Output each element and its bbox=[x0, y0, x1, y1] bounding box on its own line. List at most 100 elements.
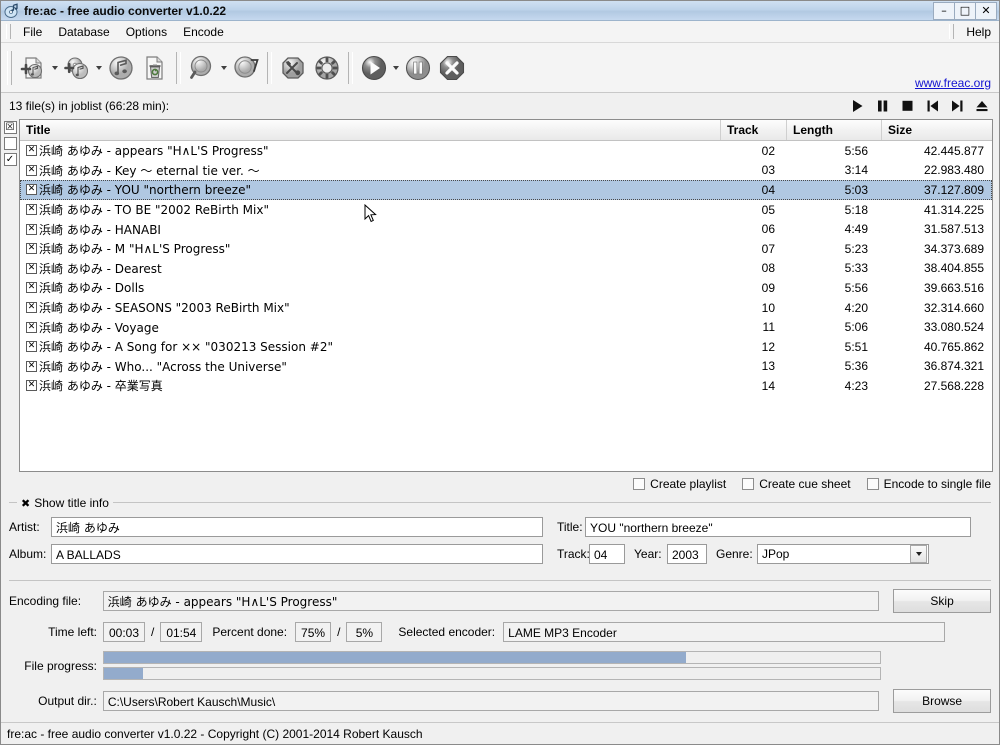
row-checkbox[interactable]: ✕ bbox=[26, 145, 37, 157]
add-audio-cd-dropdown[interactable] bbox=[94, 51, 104, 85]
playback-eject-button[interactable] bbox=[971, 96, 993, 116]
time-left-current: 00:03 bbox=[103, 622, 145, 642]
close-button[interactable]: ✕ bbox=[975, 1, 997, 20]
row-checkbox[interactable]: ✕ bbox=[26, 262, 37, 274]
menu-file[interactable]: File bbox=[15, 22, 50, 42]
general-settings-button[interactable] bbox=[276, 51, 310, 85]
column-header-title[interactable]: Title bbox=[20, 120, 721, 140]
playback-previous-button[interactable] bbox=[921, 96, 943, 116]
row-title-text: 浜崎 あゆみ - Key 〜 eternal tie ver. 〜 bbox=[39, 163, 260, 178]
column-header-track[interactable]: Track bbox=[721, 120, 787, 140]
table-row[interactable]: ✕ 浜崎 あゆみ - YOU "northern breeze" 04 5:03 37.… bbox=[20, 180, 992, 200]
playback-stop-button[interactable] bbox=[896, 96, 918, 116]
select-all-toggle[interactable]: ☒ bbox=[3, 121, 17, 134]
table-row[interactable]: ✕ 浜崎 あゆみ - 卒業写真 14 4:23 27.568.228 bbox=[20, 376, 992, 396]
query-cddb-dropdown[interactable] bbox=[219, 51, 229, 85]
artist-field[interactable]: 浜崎 あゆみ bbox=[51, 517, 543, 537]
table-row[interactable]: ✕ 浜崎 あゆみ - Voyage 11 5:06 33.080.524 bbox=[20, 317, 992, 337]
playback-next-button[interactable] bbox=[946, 96, 968, 116]
freac-website-link[interactable]: www.freac.org bbox=[915, 76, 991, 90]
minimize-button[interactable]: – bbox=[933, 1, 955, 20]
add-audio-cd-button[interactable] bbox=[60, 51, 94, 85]
create-playlist-checkbox[interactable]: Create playlist bbox=[633, 477, 726, 491]
toggle-selection-button[interactable]: ✓ bbox=[3, 153, 17, 166]
stop-encoding-button[interactable] bbox=[435, 51, 469, 85]
album-field[interactable]: A BALLADS bbox=[51, 544, 543, 564]
row-title-text: 浜崎 あゆみ - M "H∧L'S Progress" bbox=[39, 242, 231, 257]
row-checkbox[interactable]: ✕ bbox=[26, 380, 37, 392]
add-audio-file-button[interactable] bbox=[16, 51, 50, 85]
clear-joblist-button[interactable] bbox=[138, 51, 172, 85]
create-playlist-box[interactable] bbox=[633, 478, 646, 490]
configure-encoder-button[interactable] bbox=[310, 51, 344, 85]
playback-pause-button[interactable] bbox=[871, 96, 893, 116]
create-cue-sheet-box[interactable] bbox=[742, 478, 755, 490]
year-field[interactable]: 2003 bbox=[667, 544, 707, 564]
column-header-length[interactable]: Length bbox=[787, 120, 882, 140]
table-row[interactable]: ✕ 浜崎 あゆみ - TO BE "2002 ReBirth Mix" 05 5:18… bbox=[20, 200, 992, 220]
joblist-header: Title Track Length Size bbox=[20, 120, 992, 141]
playback-play-button[interactable] bbox=[846, 96, 868, 116]
help-menu-grip[interactable] bbox=[949, 24, 955, 39]
row-checkbox[interactable]: ✕ bbox=[26, 223, 37, 235]
row-checkbox[interactable]: ✕ bbox=[26, 282, 37, 294]
add-audio-file-dropdown[interactable] bbox=[50, 51, 60, 85]
row-title-text: 浜崎 あゆみ - SEASONS "2003 ReBirth Mix" bbox=[39, 301, 290, 316]
menu-grip[interactable] bbox=[6, 24, 11, 39]
row-track-cell: 02 bbox=[761, 143, 775, 158]
percent-done-total: 5% bbox=[346, 622, 383, 642]
joblist-gutter: ☒ ✓ bbox=[1, 119, 19, 472]
row-checkbox[interactable]: ✕ bbox=[26, 164, 37, 176]
show-title-info-toggle[interactable]: ✖ Show title info bbox=[17, 496, 113, 510]
maximize-button[interactable]: □ bbox=[954, 1, 976, 20]
create-cue-sheet-checkbox[interactable]: Create cue sheet bbox=[742, 477, 851, 491]
row-checkbox[interactable]: ✕ bbox=[26, 321, 37, 333]
menu-options[interactable]: Options bbox=[118, 22, 175, 42]
table-row[interactable]: ✕ 浜崎 あゆみ - appears "H∧L'S Progress" 02 5:56… bbox=[20, 141, 992, 161]
start-encoding-dropdown[interactable] bbox=[391, 51, 401, 85]
genre-combobox[interactable]: JPop bbox=[757, 544, 929, 564]
title-field[interactable]: YOU "northern breeze" bbox=[585, 517, 971, 537]
table-row[interactable]: ✕ 浜崎 あゆみ - Who... "Across the Universe" 13… bbox=[20, 357, 992, 377]
menu-help[interactable]: Help bbox=[958, 22, 999, 42]
remove-track-button[interactable] bbox=[104, 51, 138, 85]
row-length-cell: 5:06 bbox=[844, 320, 868, 335]
row-checkbox[interactable]: ✕ bbox=[26, 243, 37, 255]
browse-button[interactable]: Browse bbox=[893, 689, 991, 713]
pause-encoding-button[interactable] bbox=[401, 51, 435, 85]
table-row[interactable]: ✕ 浜崎 あゆみ - Key 〜 eternal tie ver. 〜 03 3:14… bbox=[20, 161, 992, 181]
encode-to-single-file-box[interactable] bbox=[866, 478, 879, 490]
row-checkbox[interactable]: ✕ bbox=[26, 184, 37, 196]
chevron-down-icon[interactable] bbox=[910, 545, 927, 563]
table-row[interactable]: ✕ 浜崎 あゆみ - M "H∧L'S Progress" 07 5:23 34.373… bbox=[20, 239, 992, 259]
row-title-text: 浜崎 あゆみ - Dearest bbox=[39, 261, 162, 276]
table-row[interactable]: ✕ 浜崎 あゆみ - Dearest 08 5:33 38.404.855 bbox=[20, 259, 992, 279]
row-size-cell: 22.983.480 bbox=[923, 163, 984, 178]
query-cddb-button[interactable] bbox=[185, 51, 219, 85]
select-none-toggle[interactable] bbox=[3, 137, 17, 150]
table-row[interactable]: ✕ 浜崎 あゆみ - A Song for ×× "030213 Session … bbox=[20, 337, 992, 357]
menu-database[interactable]: Database bbox=[50, 22, 117, 42]
row-checkbox[interactable]: ✕ bbox=[26, 302, 37, 314]
encode-to-single-file-checkbox[interactable]: Encode to single file bbox=[866, 477, 991, 491]
row-title-cell: ✕ 浜崎 あゆみ - M "H∧L'S Progress" bbox=[20, 240, 721, 257]
submit-cddb-button[interactable] bbox=[229, 51, 263, 85]
row-checkbox[interactable]: ✕ bbox=[26, 360, 37, 372]
toolbar-grip[interactable] bbox=[7, 50, 12, 85]
row-checkbox[interactable]: ✕ bbox=[26, 341, 37, 353]
table-row[interactable]: ✕ 浜崎 あゆみ - SEASONS "2003 ReBirth Mix" 10 4:… bbox=[20, 298, 992, 318]
row-title-cell: ✕ 浜崎 あゆみ - 卒業写真 bbox=[20, 377, 721, 394]
output-dir-value[interactable]: C:\Users\Robert Kausch\Music\ bbox=[102, 691, 880, 711]
start-encoding-button[interactable] bbox=[357, 51, 391, 85]
row-track-cell: 06 bbox=[761, 222, 775, 237]
joblist-rows: ✕ 浜崎 あゆみ - appears "H∧L'S Progress" 02 5:56… bbox=[20, 141, 992, 471]
row-checkbox[interactable]: ✕ bbox=[26, 204, 37, 216]
skip-button[interactable]: Skip bbox=[893, 589, 991, 613]
table-row[interactable]: ✕ 浜崎 あゆみ - HANABI 06 4:49 31.587.513 bbox=[20, 219, 992, 239]
joblist-listbox[interactable]: Title Track Length Size ✕ 浜崎 あゆみ - appear… bbox=[19, 119, 993, 472]
row-title-cell: ✕ 浜崎 あゆみ - Key 〜 eternal tie ver. 〜 bbox=[20, 162, 721, 179]
track-field[interactable]: 04 bbox=[589, 544, 625, 564]
column-header-size[interactable]: Size bbox=[882, 120, 992, 140]
menu-encode[interactable]: Encode bbox=[175, 22, 232, 42]
table-row[interactable]: ✕ 浜崎 あゆみ - Dolls 09 5:56 39.663.516 bbox=[20, 278, 992, 298]
